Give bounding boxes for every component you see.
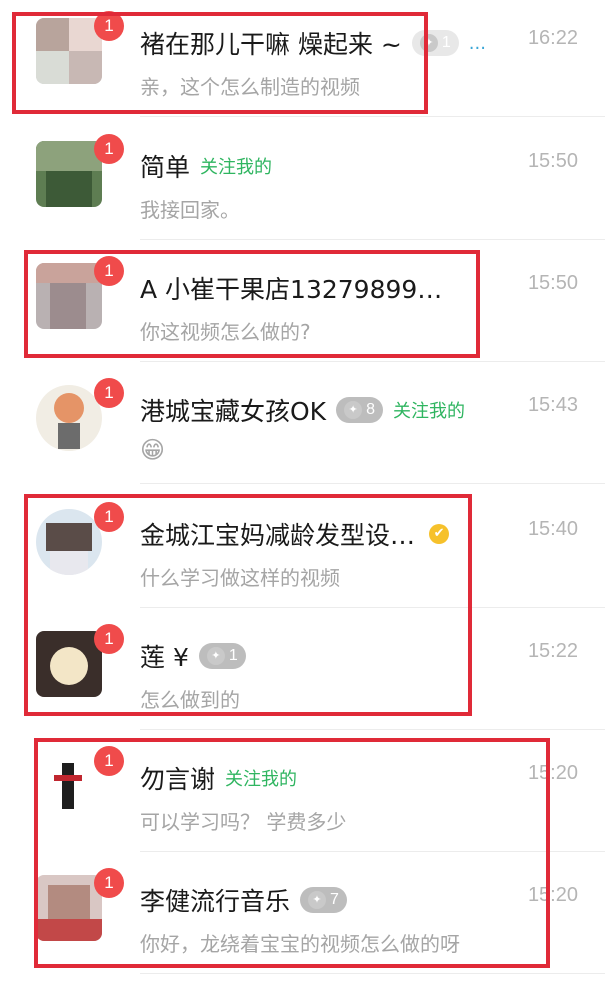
conversation-row[interactable]: 1 港城宝藏女孩OK ✦ 8 关注我的 15:43 😁 (0, 362, 605, 484)
fan-level-tag: ✦ 7 (300, 887, 347, 913)
unread-badge: 1 (94, 11, 124, 41)
contact-name: 莲 ¥ (140, 643, 189, 672)
message-time: 15:50 (527, 272, 578, 294)
conversation-row[interactable]: 1 褚在那儿干嘛 燥起来 ~ ✦ 1 ... 16:22 亲，这个怎么制造的视频 (0, 0, 605, 117)
conversation-row[interactable]: 1 莲 ¥ ✦ 1 15:22 怎么做到的 (0, 608, 605, 730)
more-dots: ... (468, 32, 486, 54)
avatar[interactable] (36, 875, 102, 941)
star-icon: ✦ (206, 647, 225, 665)
conversation-row[interactable]: 1 勿言谢 关注我的 15:20 可以学习吗？ 学费多少 (0, 730, 605, 852)
unread-badge: 1 (94, 378, 124, 408)
message-preview: 你这视频怎么做的? (140, 320, 311, 344)
message-preview: 什么学习做这样的视频 (140, 566, 340, 590)
contact-name: 勿言谢 (140, 765, 216, 794)
avatar[interactable] (36, 141, 102, 207)
message-preview: 可以学习吗？ 学费多少 (140, 810, 347, 834)
follow-label: 关注我的 (225, 769, 298, 790)
contact-name: 李健流行音乐 (140, 887, 291, 916)
contact-name: A 小崔干果店13279899… (140, 275, 443, 304)
message-preview: 怎么做到的 (140, 688, 240, 712)
contact-name: 褚在那儿干嘛 燥起来 ~ (140, 30, 402, 59)
fan-level-tag: ✦ 1 (198, 643, 246, 669)
follow-label: 关注我的 (200, 157, 273, 178)
unread-badge: 1 (94, 134, 124, 164)
avatar[interactable] (36, 509, 102, 575)
conversation-row[interactable]: 1 李健流行音乐 ✦ 7 15:20 你好，龙绕着宝宝的视频怎么做的呀 (0, 852, 605, 974)
message-time: 15:22 (527, 640, 578, 662)
message-time: 15:50 (527, 150, 578, 172)
unread-badge: 1 (94, 868, 124, 898)
message-preview: 亲，这个怎么制造的视频 (140, 75, 360, 99)
message-time: 15:20 (527, 884, 578, 906)
follow-label: 关注我的 (392, 401, 465, 422)
verified-icon: ✔ (429, 524, 450, 544)
avatar[interactable] (36, 18, 102, 84)
contact-name: 金城江宝妈减龄发型设… (140, 521, 416, 550)
avatar[interactable] (36, 631, 102, 697)
avatar[interactable] (36, 753, 102, 819)
unread-badge: 1 (94, 502, 124, 532)
message-preview: 你好，龙绕着宝宝的视频怎么做的呀 (140, 932, 460, 956)
star-icon: ✦ (419, 34, 438, 52)
message-time: 15:40 (527, 518, 578, 540)
conversation-row[interactable]: 1 金城江宝妈减龄发型设… ✔ 15:40 什么学习做这样的视频 (0, 486, 605, 608)
avatar[interactable] (36, 263, 102, 329)
fan-level-tag: ✦ 1 (411, 30, 459, 56)
message-time: 15:43 (527, 394, 578, 416)
contact-name: 港城宝藏女孩OK (140, 397, 327, 426)
avatar[interactable] (36, 385, 102, 451)
conversation-row[interactable]: 1 A 小崔干果店13279899… 15:50 你这视频怎么做的? (0, 240, 605, 362)
unread-badge: 1 (94, 256, 124, 286)
message-time: 16:22 (527, 27, 578, 49)
unread-badge: 1 (94, 624, 124, 654)
message-time: 15:20 (527, 762, 578, 784)
message-preview: 我接回家。 (140, 198, 240, 222)
fan-level-tag: ✦ 8 (336, 397, 383, 423)
conversation-row[interactable]: 1 简单 关注我的 15:50 我接回家。 (0, 118, 605, 240)
star-icon: ✦ (344, 401, 363, 419)
message-preview: 😁 (140, 436, 166, 464)
unread-badge: 1 (94, 746, 124, 776)
contact-name: 简单 (140, 153, 191, 182)
star-icon: ✦ (308, 891, 327, 909)
